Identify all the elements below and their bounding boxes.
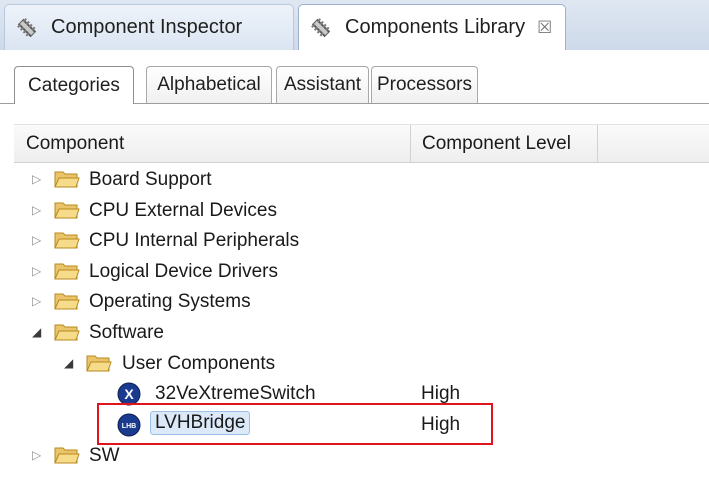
tree-item-board-support[interactable]: ▷ Board Support	[14, 165, 709, 195]
tree-item-label: CPU External Devices	[89, 200, 277, 221]
tree-item-cpu-external-devices[interactable]: ▷ CPU External Devices	[14, 196, 709, 226]
column-component[interactable]: Component	[26, 133, 124, 155]
folder-open-icon	[54, 324, 80, 341]
tree-item-software[interactable]: ◢ Software	[14, 318, 709, 348]
expand-arrow-icon[interactable]: ▷	[32, 264, 44, 278]
tree-item-label: Software	[89, 322, 164, 343]
folder-icon	[54, 293, 80, 310]
folder-icon	[54, 447, 80, 464]
expand-arrow-icon[interactable]: ▷	[32, 233, 44, 247]
tree-item-label: User Components	[122, 353, 276, 374]
column-divider[interactable]	[410, 125, 411, 162]
tree-item-cpu-internal-peripherals[interactable]: ▷ CPU Internal Peripherals	[14, 226, 709, 256]
tab-component-inspector-label: Component Inspector	[51, 16, 243, 38]
tab-processors[interactable]: Processors	[371, 66, 478, 103]
view-tab-bar: Component Inspector Components Library ☒	[0, 0, 709, 50]
folder-open-icon	[86, 355, 112, 372]
tree-item-label: CPU Internal Peripherals	[89, 230, 300, 251]
tree-item-label: Board Support	[89, 169, 212, 190]
tab-components-library[interactable]: Components Library ☒	[298, 4, 566, 50]
tab-alphabetical[interactable]: Alphabetical	[146, 66, 272, 103]
tree-item-operating-systems[interactable]: ▷ Operating Systems	[14, 287, 709, 317]
highlight-box	[97, 403, 493, 445]
tree-item-sw[interactable]: ▷ SW	[14, 441, 709, 471]
collapse-arrow-icon[interactable]: ◢	[64, 356, 76, 370]
sub-tab-bar: Categories Alphabetical Assistant Proces…	[0, 50, 709, 104]
close-icon[interactable]: ☒	[537, 18, 552, 38]
column-divider[interactable]	[597, 125, 598, 162]
expand-arrow-icon[interactable]: ▷	[32, 172, 44, 186]
gear-icon	[17, 17, 37, 37]
expand-arrow-icon[interactable]: ▷	[32, 448, 44, 462]
folder-icon	[54, 202, 80, 219]
tree-item-label: Operating Systems	[89, 291, 251, 312]
tree-item-label: SW	[89, 445, 120, 466]
column-component-level[interactable]: Component Level	[422, 133, 571, 155]
tree-item-label: 32VeXtremeSwitch	[155, 383, 316, 404]
tab-component-inspector[interactable]: Component Inspector	[4, 4, 294, 50]
expand-arrow-icon[interactable]: ▷	[32, 203, 44, 217]
folder-icon	[54, 263, 80, 280]
folder-icon	[54, 232, 80, 249]
tree-item-label: Logical Device Drivers	[89, 261, 279, 282]
tree-item-logical-device-drivers[interactable]: ▷ Logical Device Drivers	[14, 257, 709, 287]
expand-arrow-icon[interactable]: ▷	[32, 294, 44, 308]
collapse-arrow-icon[interactable]: ◢	[32, 325, 44, 339]
tab-components-library-label: Components Library	[345, 16, 526, 38]
tab-assistant[interactable]: Assistant	[276, 66, 369, 103]
gear-icon	[311, 17, 331, 37]
component-level-value: High	[421, 383, 461, 404]
tree-item-user-components[interactable]: ◢ User Components	[14, 349, 709, 379]
tab-categories[interactable]: Categories	[14, 66, 134, 104]
column-header: Component Component Level	[14, 124, 709, 163]
folder-icon	[54, 171, 80, 188]
component-icon-text: X	[124, 386, 134, 402]
